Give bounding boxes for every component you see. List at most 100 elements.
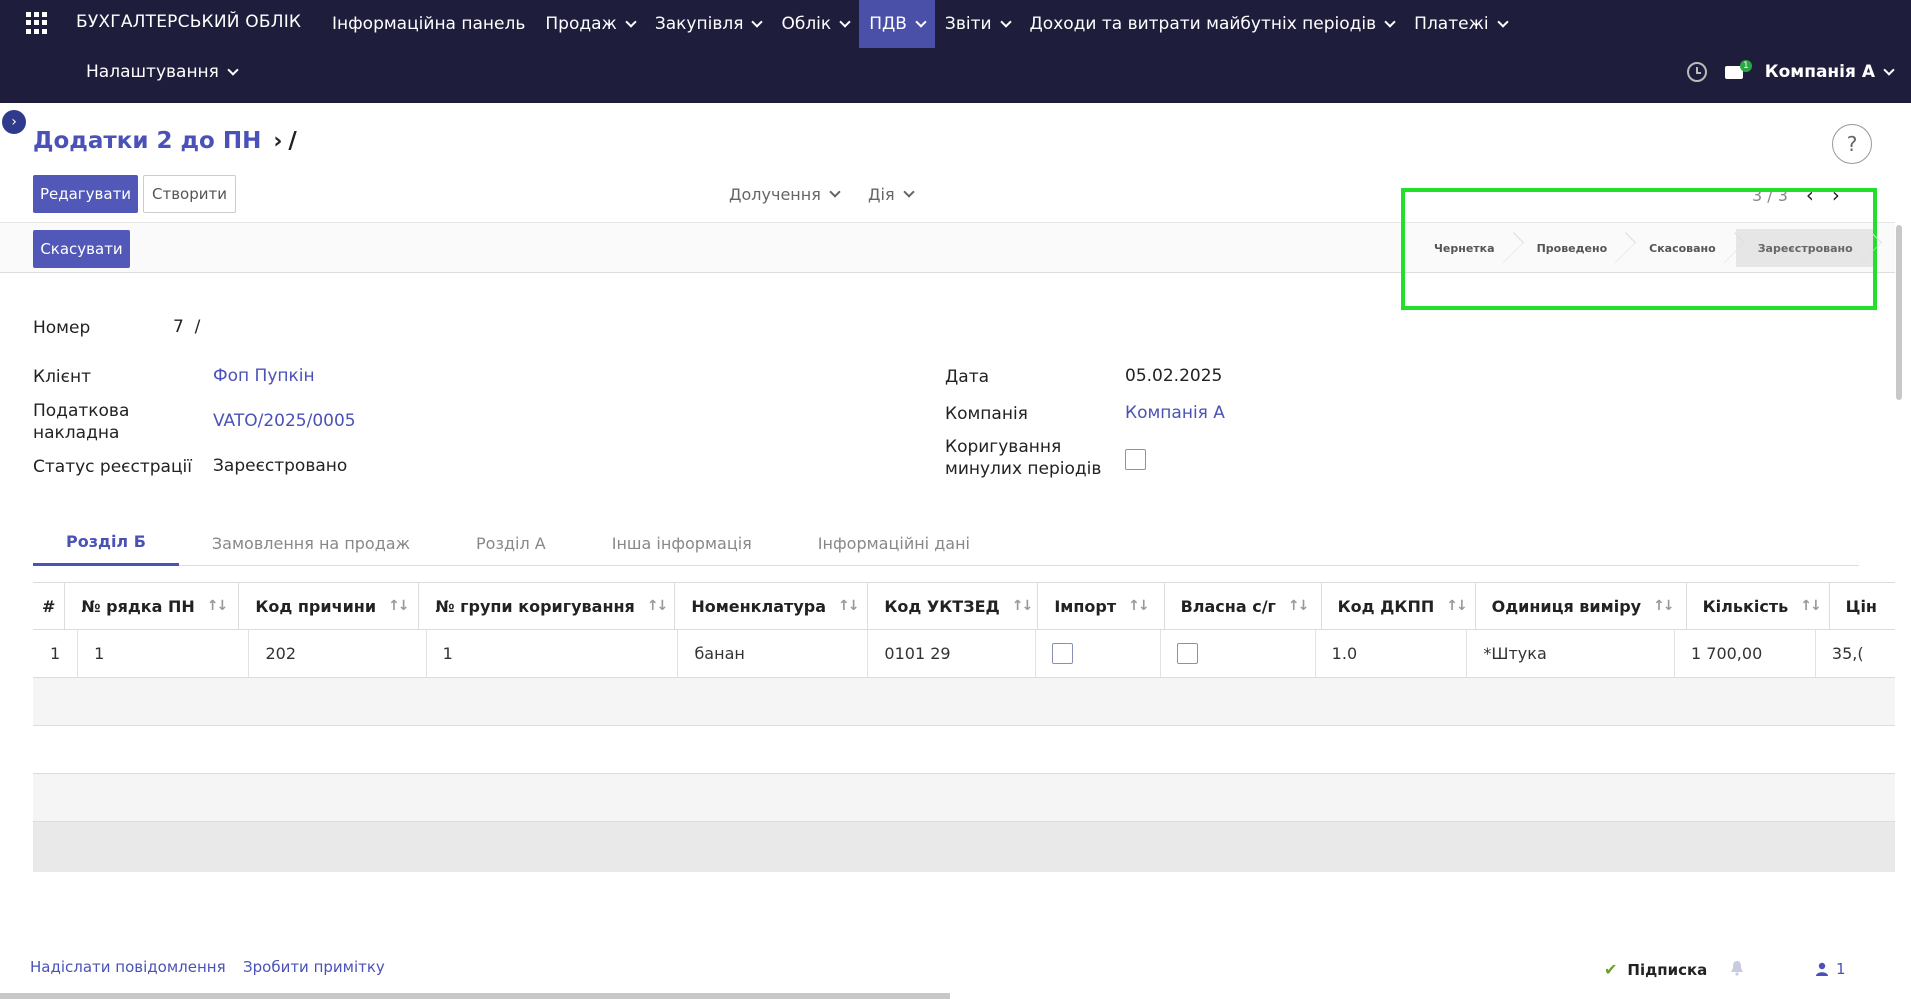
- chevron-down-icon: [902, 186, 915, 198]
- registration-status-value: Зареєстровано: [213, 456, 348, 476]
- correction-checkbox[interactable]: [1125, 449, 1146, 470]
- table-row[interactable]: 1 1 202 1 банан 0101 29 1.0 *Штука 1 700…: [33, 630, 1895, 678]
- import-checkbox[interactable]: [1051, 643, 1073, 664]
- followers-count: 1: [1836, 960, 1846, 978]
- chevron-down-icon: [751, 15, 764, 28]
- column-header-import[interactable]: Імпорт ↑↓: [1038, 583, 1165, 629]
- pager-previous-icon[interactable]: ‹: [1806, 183, 1814, 207]
- tax-invoice-link[interactable]: VATO/2025/0005: [213, 411, 356, 431]
- column-header-price[interactable]: Цін: [1830, 583, 1895, 629]
- tab-info-data[interactable]: Інформаційні дані: [785, 520, 1003, 566]
- action-label: Дія: [868, 185, 895, 204]
- sidebar-toggle-icon[interactable]: ›: [2, 110, 26, 134]
- chevron-down-icon: [1883, 63, 1895, 76]
- menu-item-label: Платежі: [1414, 14, 1489, 34]
- chevron-down-icon: [1496, 15, 1509, 28]
- edit-button[interactable]: Редагувати: [33, 175, 138, 213]
- number-label: Номер: [33, 318, 91, 338]
- log-note-link[interactable]: Зробити примітку: [243, 958, 385, 976]
- attachments-label: Долучення: [729, 185, 821, 204]
- column-header-line-no[interactable]: № рядка ПН ↑↓: [65, 583, 240, 629]
- help-button[interactable]: ?: [1832, 124, 1872, 164]
- menu-item-vat[interactable]: ПДВ: [859, 0, 935, 48]
- sort-icon: ↑↓: [1011, 598, 1034, 614]
- column-header-reason-code[interactable]: Код причини ↑↓: [239, 583, 420, 629]
- chevron-down-icon: [915, 15, 927, 28]
- chevron-down-icon: [227, 63, 239, 76]
- registration-status-label: Статус реєстрації: [33, 457, 192, 477]
- pager-next-icon[interactable]: ›: [1832, 183, 1840, 207]
- column-header-uktzed[interactable]: Код УКТЗЕД ↑↓: [868, 583, 1039, 629]
- tab-section-a[interactable]: Розділ А: [443, 520, 579, 566]
- column-title: Одиниця виміру: [1491, 596, 1642, 616]
- messaging-icon[interactable]: 1: [1724, 60, 1752, 81]
- company-label: Компанія А: [1764, 62, 1875, 82]
- user-icon: [1816, 962, 1828, 976]
- column-title: Кількість: [1702, 596, 1789, 616]
- stage-cancelled: Скасовано: [1627, 229, 1736, 267]
- menu-item-accounting[interactable]: Облік: [771, 0, 859, 48]
- attachments-dropdown[interactable]: Долучення: [729, 185, 841, 204]
- menu-item-label: Інформаційна панель: [332, 14, 526, 34]
- tab-other-info[interactable]: Інша інформація: [579, 520, 785, 566]
- column-header-quantity[interactable]: Кількість ↑↓: [1687, 583, 1830, 629]
- table-footer: [33, 822, 1895, 872]
- column-title: Код ДКПП: [1337, 596, 1435, 616]
- tax-invoice-label: Податкова накладна: [33, 401, 130, 443]
- stage-posted: Проведено: [1515, 229, 1628, 267]
- column-title: Номенклатура: [691, 596, 827, 616]
- cell-correction-group: 1: [427, 630, 679, 677]
- menu-item-payments[interactable]: Платежі: [1404, 0, 1516, 48]
- horizontal-scrollbar[interactable]: [0, 993, 950, 999]
- date-label: Дата: [945, 367, 990, 387]
- column-header-own-agro[interactable]: Власна с/г ↑↓: [1165, 583, 1322, 629]
- breadcrumb-parent-link[interactable]: Додатки 2 до ПН: [33, 128, 261, 154]
- column-header-uom[interactable]: Одиниця виміру ↑↓: [1476, 583, 1687, 629]
- menu-item-dashboard[interactable]: Інформаційна панель: [322, 0, 535, 48]
- sort-icon: ↑↓: [1287, 598, 1310, 614]
- create-button[interactable]: Створити: [143, 175, 236, 213]
- company-switcher[interactable]: Компанія А: [1764, 62, 1895, 82]
- menu-item-deferred[interactable]: Доходи та витрати майбутніх періодів: [1020, 0, 1405, 48]
- action-dropdown[interactable]: Дія: [868, 185, 915, 204]
- column-header-dkpp[interactable]: Код ДКПП ↑↓: [1322, 583, 1476, 629]
- column-title: #: [41, 596, 56, 616]
- followers-button[interactable]: 1: [1816, 960, 1846, 978]
- client-link[interactable]: Фоп Пупкін: [213, 366, 315, 386]
- column-title: Власна с/г: [1180, 596, 1276, 616]
- menu-item-settings[interactable]: Налаштування: [86, 62, 239, 82]
- correction-label: Коригування минулих періодів: [945, 437, 1102, 479]
- app-brand[interactable]: БУХГАЛТЕРСЬКИЙ ОБЛІК: [76, 12, 301, 32]
- menu-item-label: Облік: [781, 14, 832, 34]
- activity-clock-icon[interactable]: [1686, 62, 1707, 82]
- vertical-scrollbar[interactable]: [1896, 225, 1902, 400]
- menu-item-sales[interactable]: Продаж: [535, 0, 644, 48]
- tab-sales-orders[interactable]: Замовлення на продаж: [179, 520, 443, 566]
- chevron-down-icon: [829, 186, 841, 198]
- cancel-button[interactable]: Скасувати: [33, 230, 130, 268]
- apps-menu-icon[interactable]: [26, 12, 48, 34]
- menu-item-reports[interactable]: Звіти: [935, 0, 1020, 48]
- number-value: 7 /: [173, 317, 201, 337]
- tab-section-b[interactable]: Розділ Б: [33, 520, 179, 566]
- bell-icon[interactable]: [1730, 960, 1744, 976]
- follow-button[interactable]: ✔ Підписка: [1604, 960, 1707, 979]
- send-message-link[interactable]: Надіслати повідомлення: [30, 958, 226, 976]
- company-label: Компанія: [945, 404, 1028, 424]
- cell-uom: *Штука: [1467, 630, 1675, 677]
- sort-icon: ↑↓: [838, 598, 860, 614]
- pager-value[interactable]: 3 / 3: [1752, 186, 1788, 205]
- breadcrumb: Додатки 2 до ПН › /: [33, 128, 297, 154]
- column-header-correction-group[interactable]: № групи коригування ↑↓: [419, 583, 676, 629]
- chevron-down-icon: [999, 15, 1012, 28]
- top-navbar: БУХГАЛТЕРСЬКИЙ ОБЛІК Інформаційна панель…: [0, 0, 1911, 103]
- menu-item-purchase[interactable]: Закупівля: [645, 0, 772, 48]
- chevron-down-icon: [1384, 15, 1396, 28]
- chevron-down-icon: [839, 15, 851, 28]
- own-agro-checkbox[interactable]: [1177, 643, 1199, 664]
- stage-draft: Чернетка: [1412, 229, 1515, 267]
- stage-registered: Зареєстровано: [1735, 229, 1873, 267]
- company-link[interactable]: Компанія А: [1125, 403, 1225, 423]
- column-header-index: #: [33, 583, 66, 629]
- column-header-product[interactable]: Номенклатура ↑↓: [675, 583, 869, 629]
